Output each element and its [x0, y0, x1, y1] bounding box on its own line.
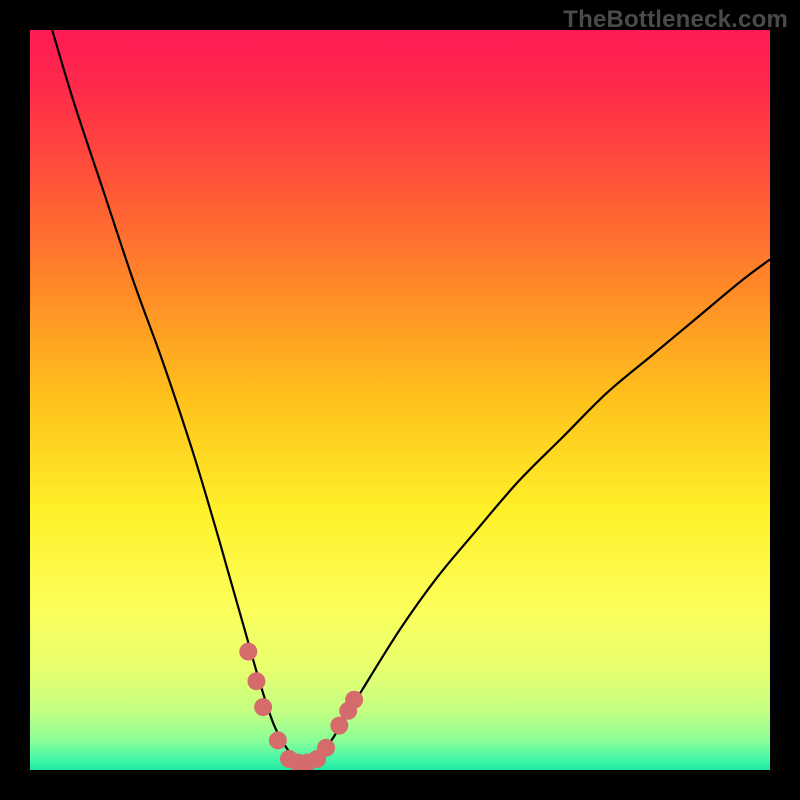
chart-plot-area: [30, 30, 770, 770]
highlight-marker: [345, 691, 363, 709]
highlight-marker: [247, 672, 265, 690]
outer-frame: TheBottleneck.com: [0, 0, 800, 800]
highlight-marker: [254, 698, 272, 716]
highlight-marker: [317, 739, 335, 757]
chart-background-gradient: [30, 30, 770, 770]
highlight-marker: [239, 643, 257, 661]
highlight-marker: [269, 731, 287, 749]
chart-svg: [30, 30, 770, 770]
